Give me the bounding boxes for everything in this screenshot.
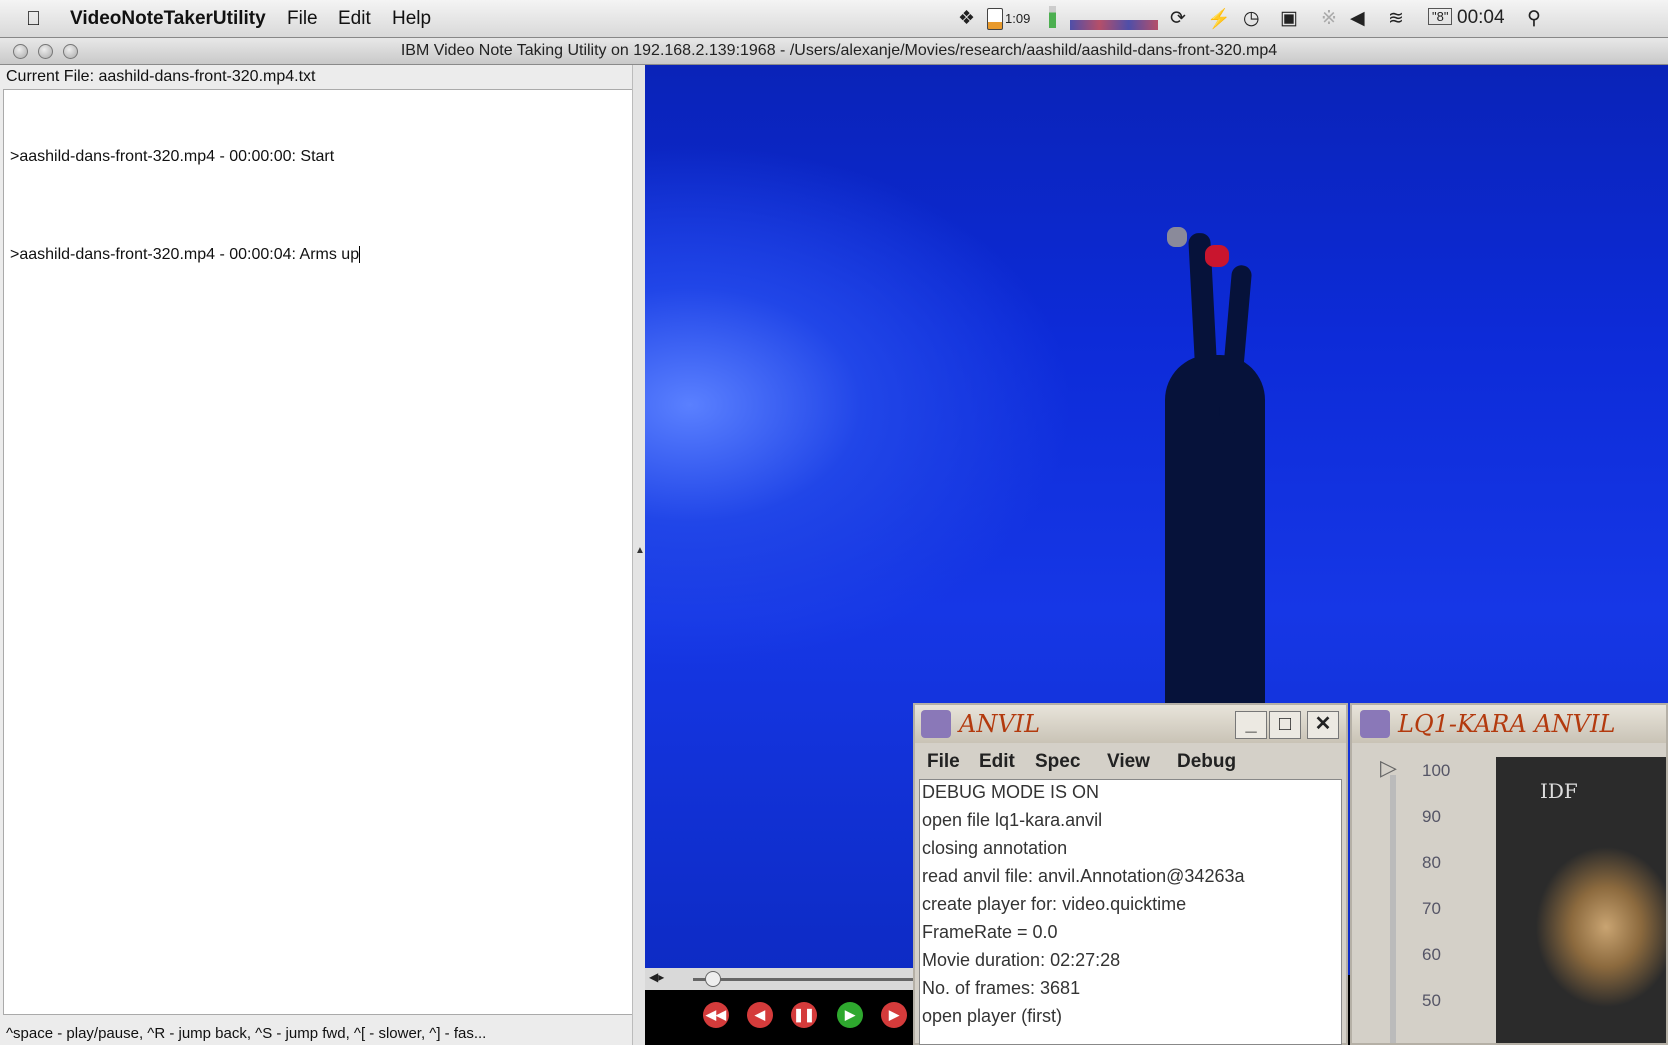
scrub-track[interactable] <box>693 978 913 981</box>
close-icon[interactable]: ✕ <box>1307 711 1339 739</box>
thumbnail-label: IDF <box>1540 779 1578 803</box>
anvil-title-bar[interactable]: ANVIL _ □ ✕ <box>915 705 1346 743</box>
minimize-icon[interactable]: _ <box>1235 711 1267 739</box>
ruler-tick: 90 <box>1422 807 1441 826</box>
menu-help[interactable]: Help <box>392 8 431 30</box>
log-line: DEBUG MODE IS ON <box>922 782 1100 802</box>
log-line: closing annotation <box>922 838 1068 858</box>
menu-file[interactable]: File <box>287 8 318 30</box>
menu-bar:  VideoNoteTakerUtility File Edit Help ❖… <box>0 0 1668 38</box>
display-icon[interactable]: ▣ <box>1280 7 1298 30</box>
shortcut-status-bar: ^space - play/pause, ^R - jump back, ^S … <box>6 1025 487 1042</box>
step-back-icon[interactable]: ◀ <box>747 1002 773 1028</box>
network-graph-icon[interactable] <box>1070 20 1158 30</box>
power-icon[interactable]: ⚡ <box>1207 7 1231 31</box>
dancer-red-glove <box>1205 245 1229 267</box>
value-ruler: 100 90 80 70 60 50 <box>1382 755 1462 1043</box>
scrub-knob[interactable] <box>705 971 721 987</box>
cpu-meter-icon[interactable] <box>1049 6 1056 28</box>
playback-controls: ◀◀ ◀ ❚❚ ▶ ▶ <box>645 990 915 1045</box>
ruler-tick: 60 <box>1422 945 1441 964</box>
play-icon[interactable]: ▶ <box>837 1002 863 1028</box>
anvil-menu-edit[interactable]: Edit <box>979 751 1015 773</box>
anvil-track-window[interactable]: LQ1-KARA ANVIL ▷ 100 90 80 70 60 50 IDF <box>1350 703 1668 1045</box>
battery-time: 1:09 <box>1005 11 1031 26</box>
time-machine-icon[interactable]: ◷ <box>1243 7 1260 30</box>
ruler-bar[interactable] <box>1390 775 1396 1043</box>
log-line: open file lq1-kara.anvil <box>922 810 1103 830</box>
ruler-tick: 100 <box>1422 761 1451 780</box>
track-window-title: LQ1-KARA ANVIL <box>1398 710 1616 738</box>
dropbox-icon[interactable]: ❖ <box>958 7 975 30</box>
note-entry[interactable]: >aashild-dans-front-320.mp4 - 00:00:00: … <box>10 148 334 166</box>
anvil-menu-spec[interactable]: Spec <box>1035 751 1080 773</box>
window-title: IBM Video Note Taking Utility on 192.168… <box>400 42 1278 59</box>
video-thumbnail[interactable]: IDF <box>1496 757 1666 1043</box>
pause-icon[interactable]: ❚❚ <box>791 1002 817 1028</box>
dancer-hand <box>1167 227 1187 247</box>
current-file-label: Current File: aashild-dans-front-320.mp4… <box>6 68 316 85</box>
log-line: Movie duration: 02:27:28 <box>922 950 1121 970</box>
anvil-menu-bar: File Edit Spec View Debug <box>915 745 1346 777</box>
notes-text-area[interactable]: >aashild-dans-front-320.mp4 - 00:00:00: … <box>3 89 633 1015</box>
battery-icon[interactable] <box>987 8 1003 30</box>
anvil-menu-debug[interactable]: Debug <box>1177 751 1236 773</box>
log-line: FrameRate = 0.0 <box>922 922 1058 942</box>
note-entry-text: >aashild-dans-front-320.mp4 - 00:00:04: … <box>10 246 360 263</box>
log-line: No. of frames: 3681 <box>922 978 1081 998</box>
step-forward-icon[interactable]: ▶ <box>881 1002 907 1028</box>
spotlight-search-icon[interactable]: ⚲ <box>1527 7 1541 30</box>
sync-icon[interactable]: ⟳ <box>1170 7 1186 30</box>
log-line: read anvil file: anvil.Annotation@34263a <box>922 866 1245 886</box>
anvil-window[interactable]: ANVIL _ □ ✕ File Edit Spec View Debug DE… <box>913 703 1348 1045</box>
split-pane-divider[interactable]: ▲ <box>632 65 645 1045</box>
input-source-icon[interactable]: "8" <box>1428 8 1453 25</box>
wifi-icon[interactable]: ≋ <box>1388 7 1404 30</box>
window-title-bar[interactable]: IBM Video Note Taking Utility on 192.168… <box>0 38 1668 65</box>
anvil-logo-icon <box>921 710 951 738</box>
anvil-menu-file[interactable]: File <box>927 751 960 773</box>
ruler-tick: 50 <box>1422 991 1441 1010</box>
notes-pane: Current File: aashild-dans-front-320.mp4… <box>0 65 644 1045</box>
note-entry[interactable]: >aashild-dans-front-320.mp4 - 00:00:04: … <box>10 246 361 264</box>
text-cursor: ​ <box>359 246 361 263</box>
track-window-title-bar[interactable]: LQ1-KARA ANVIL <box>1352 705 1666 743</box>
go-to-start-icon[interactable]: ◀◀ <box>703 1002 729 1028</box>
menu-edit[interactable]: Edit <box>338 8 371 30</box>
anvil-menu-view[interactable]: View <box>1107 751 1150 773</box>
divider-handle-icon[interactable]: ▲ <box>635 545 645 556</box>
bluetooth-icon[interactable]: ※ <box>1321 7 1337 30</box>
maximize-icon[interactable]: □ <box>1269 711 1301 739</box>
app-menu[interactable]: VideoNoteTakerUtility <box>70 8 266 30</box>
clock[interactable]: 00:04 <box>1457 7 1505 29</box>
apple-menu-icon[interactable]:  <box>26 8 41 31</box>
log-line: open player (first) <box>922 1006 1063 1026</box>
anvil-log-area[interactable]: DEBUG MODE IS ON open file lq1-kara.anvi… <box>919 779 1342 1045</box>
volume-control-icon[interactable]: ◀▸ <box>649 970 664 984</box>
log-line: create player for: video.quicktime <box>922 894 1187 914</box>
anvil-title: ANVIL <box>959 710 1041 738</box>
volume-icon[interactable]: ◀ <box>1350 7 1365 30</box>
ruler-tick: 80 <box>1422 853 1441 872</box>
video-scrubber[interactable]: ◀▸ <box>645 968 915 990</box>
ruler-tick: 70 <box>1422 899 1441 918</box>
anvil-logo-icon <box>1360 710 1390 738</box>
